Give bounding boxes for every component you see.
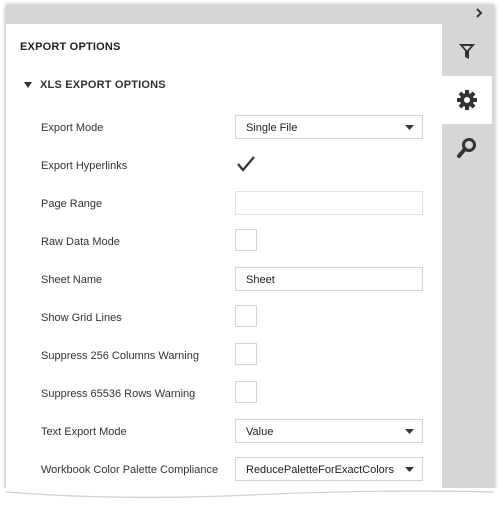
- option-label: Suppress 65536 Rows Warning: [41, 388, 196, 400]
- suppress-65536-rows-checkbox[interactable]: [235, 381, 257, 403]
- raw-data-mode-checkbox[interactable]: [235, 229, 257, 251]
- option-row-page-range: Page Range: [6, 186, 442, 224]
- checkmark-icon: [237, 156, 255, 172]
- option-row-raw-data-mode: Raw Data Mode: [6, 224, 442, 262]
- tab-settings[interactable]: [442, 76, 492, 124]
- chevron-right-icon: [476, 8, 483, 18]
- dropdown-arrow-icon: [405, 125, 414, 130]
- gear-icon: [457, 90, 477, 110]
- export-options-window: EXPORT OPTIONS XLS EXPORT OPTIONS Export…: [6, 4, 494, 496]
- tab-filter[interactable]: [442, 28, 492, 76]
- option-label: Text Export Mode: [41, 426, 127, 438]
- top-bar: [6, 4, 494, 24]
- option-row-color-palette: Workbook Color Palette Compliance Reduce…: [6, 452, 442, 490]
- option-row-sheet-name: Sheet Name Sheet: [6, 262, 442, 300]
- triangle-down-icon: [24, 82, 32, 88]
- option-row-suppress-65536: Suppress 65536 Rows Warning: [6, 376, 442, 414]
- sheet-name-input[interactable]: Sheet: [235, 267, 423, 291]
- option-label: Export Hyperlinks: [41, 160, 128, 172]
- option-label: Workbook Color Palette Compliance: [41, 464, 219, 476]
- dropdown-value: ReducePaletteForExactColors: [246, 464, 394, 476]
- suppress-256-columns-checkbox[interactable]: [235, 343, 257, 365]
- text-export-mode-dropdown[interactable]: Value: [235, 419, 423, 443]
- page-range-input[interactable]: [235, 191, 423, 215]
- option-row-export-mode: Export Mode Single File: [6, 110, 442, 148]
- filter-icon: [459, 44, 475, 59]
- dropdown-arrow-icon: [405, 429, 414, 434]
- option-row-show-grid-lines: Show Grid Lines: [6, 300, 442, 338]
- page-title: EXPORT OPTIONS: [20, 41, 121, 53]
- input-value: Sheet: [246, 274, 275, 286]
- options-panel: EXPORT OPTIONS XLS EXPORT OPTIONS Export…: [6, 24, 442, 496]
- tab-search[interactable]: [442, 124, 492, 172]
- search-icon: [457, 138, 476, 158]
- option-label: Page Range: [41, 198, 103, 210]
- option-label: Sheet Name: [41, 274, 103, 286]
- option-row-text-export-mode: Text Export Mode Value: [6, 414, 442, 452]
- section-title: XLS EXPORT OPTIONS: [40, 79, 166, 91]
- option-label: Export Mode: [41, 122, 104, 134]
- show-grid-lines-checkbox[interactable]: [235, 305, 257, 327]
- collapse-panel-button[interactable]: [472, 6, 486, 20]
- option-label: Suppress 256 Columns Warning: [41, 350, 199, 362]
- torn-edge-decoration: [0, 488, 504, 509]
- option-row-suppress-256: Suppress 256 Columns Warning: [6, 338, 442, 376]
- option-row-export-hyperlinks: Export Hyperlinks: [6, 148, 442, 186]
- dropdown-value: Single File: [246, 122, 298, 134]
- option-label: Raw Data Mode: [41, 236, 120, 248]
- export-mode-dropdown[interactable]: Single File: [235, 115, 423, 139]
- side-tab-strip: [442, 24, 494, 496]
- section-header-xls[interactable]: XLS EXPORT OPTIONS: [22, 77, 166, 93]
- color-palette-dropdown[interactable]: ReducePaletteForExactColors: [235, 457, 423, 481]
- dropdown-value: Value: [246, 426, 274, 438]
- export-hyperlinks-checkbox[interactable]: [235, 153, 257, 175]
- dropdown-arrow-icon: [405, 467, 414, 472]
- option-label: Show Grid Lines: [41, 312, 122, 324]
